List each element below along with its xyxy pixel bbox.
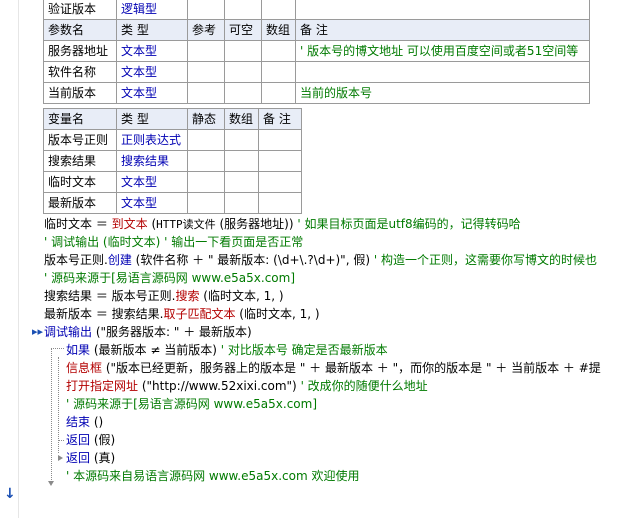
- param-type-cell[interactable]: 文本型: [116, 40, 188, 62]
- param-header-row: 参数名 类 型 参考 可空 数组 备 注: [43, 19, 590, 41]
- variable-row[interactable]: 版本号正则 正则表达式: [43, 129, 302, 151]
- header-static: 静态: [187, 108, 225, 130]
- header-array: 数组: [224, 108, 259, 130]
- variable-row[interactable]: 最新版本 文本型: [43, 192, 302, 214]
- param-type-cell[interactable]: 文本型: [116, 82, 188, 104]
- var-name-cell[interactable]: 最新版本: [43, 192, 117, 214]
- breakpoint-arrow-icon[interactable]: ▸▸: [32, 325, 43, 338]
- param-type-cell[interactable]: 逻辑型: [116, 0, 188, 20]
- var-name-cell[interactable]: 搜索结果: [43, 150, 117, 172]
- param-type-cell[interactable]: 文本型: [116, 61, 188, 83]
- flow-line-inner: [58, 357, 59, 453]
- param-table: 验证版本 逻辑型 参数名 类 型 参考 可空 数组 备 注 服务器地址 文本型 …: [43, 0, 590, 104]
- param-note-cell[interactable]: ' 版本号的博文地址 可以使用百度空间或者51空间等: [295, 40, 590, 62]
- param-row-current-version[interactable]: 当前版本 文本型 当前的版本号: [43, 82, 590, 104]
- variable-header-row: 变量名 类 型 静态 数组 备 注: [43, 108, 302, 130]
- variable-row[interactable]: 临时文本 文本型: [43, 171, 302, 193]
- param-name-cell[interactable]: 验证版本: [43, 0, 117, 20]
- header-reference: 参考: [187, 19, 225, 41]
- code-line-7[interactable]: 调试输出 ("服务器版本: " ＋ 最新版本): [44, 323, 252, 341]
- param-note-cell[interactable]: 当前的版本号: [295, 82, 590, 104]
- code-line-12[interactable]: 结束 (): [66, 413, 103, 431]
- flow-end-arrow-icon: [48, 481, 54, 486]
- param-name-cell[interactable]: 服务器地址: [43, 40, 117, 62]
- header-param-name: 参数名: [43, 19, 117, 41]
- header-note: 备 注: [295, 19, 590, 41]
- header-array: 数组: [261, 19, 296, 41]
- header-var-name: 变量名: [43, 108, 117, 130]
- param-note-cell[interactable]: [295, 61, 590, 83]
- var-name-cell[interactable]: 版本号正则: [43, 129, 117, 151]
- code-line-4[interactable]: ' 源码来源于[易语言源码网 www.e5a5x.com]: [44, 269, 295, 287]
- var-name-cell[interactable]: 临时文本: [43, 171, 117, 193]
- var-type-cell[interactable]: 文本型: [116, 171, 188, 193]
- code-line-13[interactable]: 返回 (假): [66, 431, 115, 449]
- flow-line-outer: [51, 348, 52, 484]
- flow-branch-arrow-icon: [58, 455, 63, 461]
- code-line-1[interactable]: 临时文本 ＝ 到文本 (HTTP读文件 (服务器地址)) ' 如果目标页面是ut…: [44, 215, 521, 233]
- flow-line-if-head: [51, 348, 64, 349]
- code-line-2[interactable]: ' 调试输出 (临时文本) ' 输出一下看页面是否正常: [44, 233, 303, 251]
- gutter-divider: [18, 0, 19, 518]
- variable-row[interactable]: 搜索结果 搜索结果: [43, 150, 302, 172]
- param-row-software-name[interactable]: 软件名称 文本型: [43, 61, 590, 83]
- header-note: 备 注: [258, 108, 302, 130]
- editor-gutter: [0, 0, 18, 518]
- code-line-8[interactable]: 如果 (最新版本 ≠ 当前版本) ' 对比版本号 确定是否最新版本: [66, 341, 388, 359]
- code-line-15[interactable]: ' 本源码来自易语言源码网 www.e5a5x.com 欢迎使用: [66, 467, 359, 485]
- variable-table: 变量名 类 型 静态 数组 备 注 版本号正则 正则表达式 搜索结果 搜索结果 …: [43, 108, 302, 214]
- code-line-5[interactable]: 搜索结果 ＝ 版本号正则.搜索 (临时文本, 1, ): [44, 287, 284, 305]
- var-type-cell[interactable]: 搜索结果: [116, 150, 188, 172]
- code-line-3[interactable]: 版本号正则.创建 (软件名称 ＋ " 最新版本: (\d+\.?\d+)", 假…: [44, 251, 597, 269]
- var-type-cell[interactable]: 文本型: [116, 192, 188, 214]
- param-row-server-address[interactable]: 服务器地址 文本型 ' 版本号的博文地址 可以使用百度空间或者51空间等: [43, 40, 590, 62]
- version-check-row[interactable]: 验证版本 逻辑型: [43, 0, 590, 20]
- param-name-cell[interactable]: 软件名称: [43, 61, 117, 83]
- code-line-6[interactable]: 最新版本 ＝ 搜索结果.取子匹配文本 (临时文本, 1, ): [44, 305, 320, 323]
- header-type: 类 型: [116, 108, 188, 130]
- code-line-10[interactable]: 打开指定网址 ("http://www.52xixi.com") ' 改成你的随…: [66, 377, 428, 395]
- code-line-14[interactable]: 返回 (真): [66, 449, 115, 467]
- scroll-down-arrow-icon[interactable]: ↓: [4, 486, 16, 502]
- var-type-cell[interactable]: 正则表达式: [116, 129, 188, 151]
- code-line-11[interactable]: ' 源码来源于[易语言源码网 www.e5a5x.com]: [66, 395, 317, 413]
- header-type: 类 型: [116, 19, 188, 41]
- param-name-cell[interactable]: 当前版本: [43, 82, 117, 104]
- header-nullable: 可空: [224, 19, 262, 41]
- flow-line-else: [58, 440, 64, 441]
- code-line-9[interactable]: 信息框 ("版本已经更新，服务器上的版本是 " ＋ 最新版本 ＋ "，而你的版本…: [66, 359, 601, 377]
